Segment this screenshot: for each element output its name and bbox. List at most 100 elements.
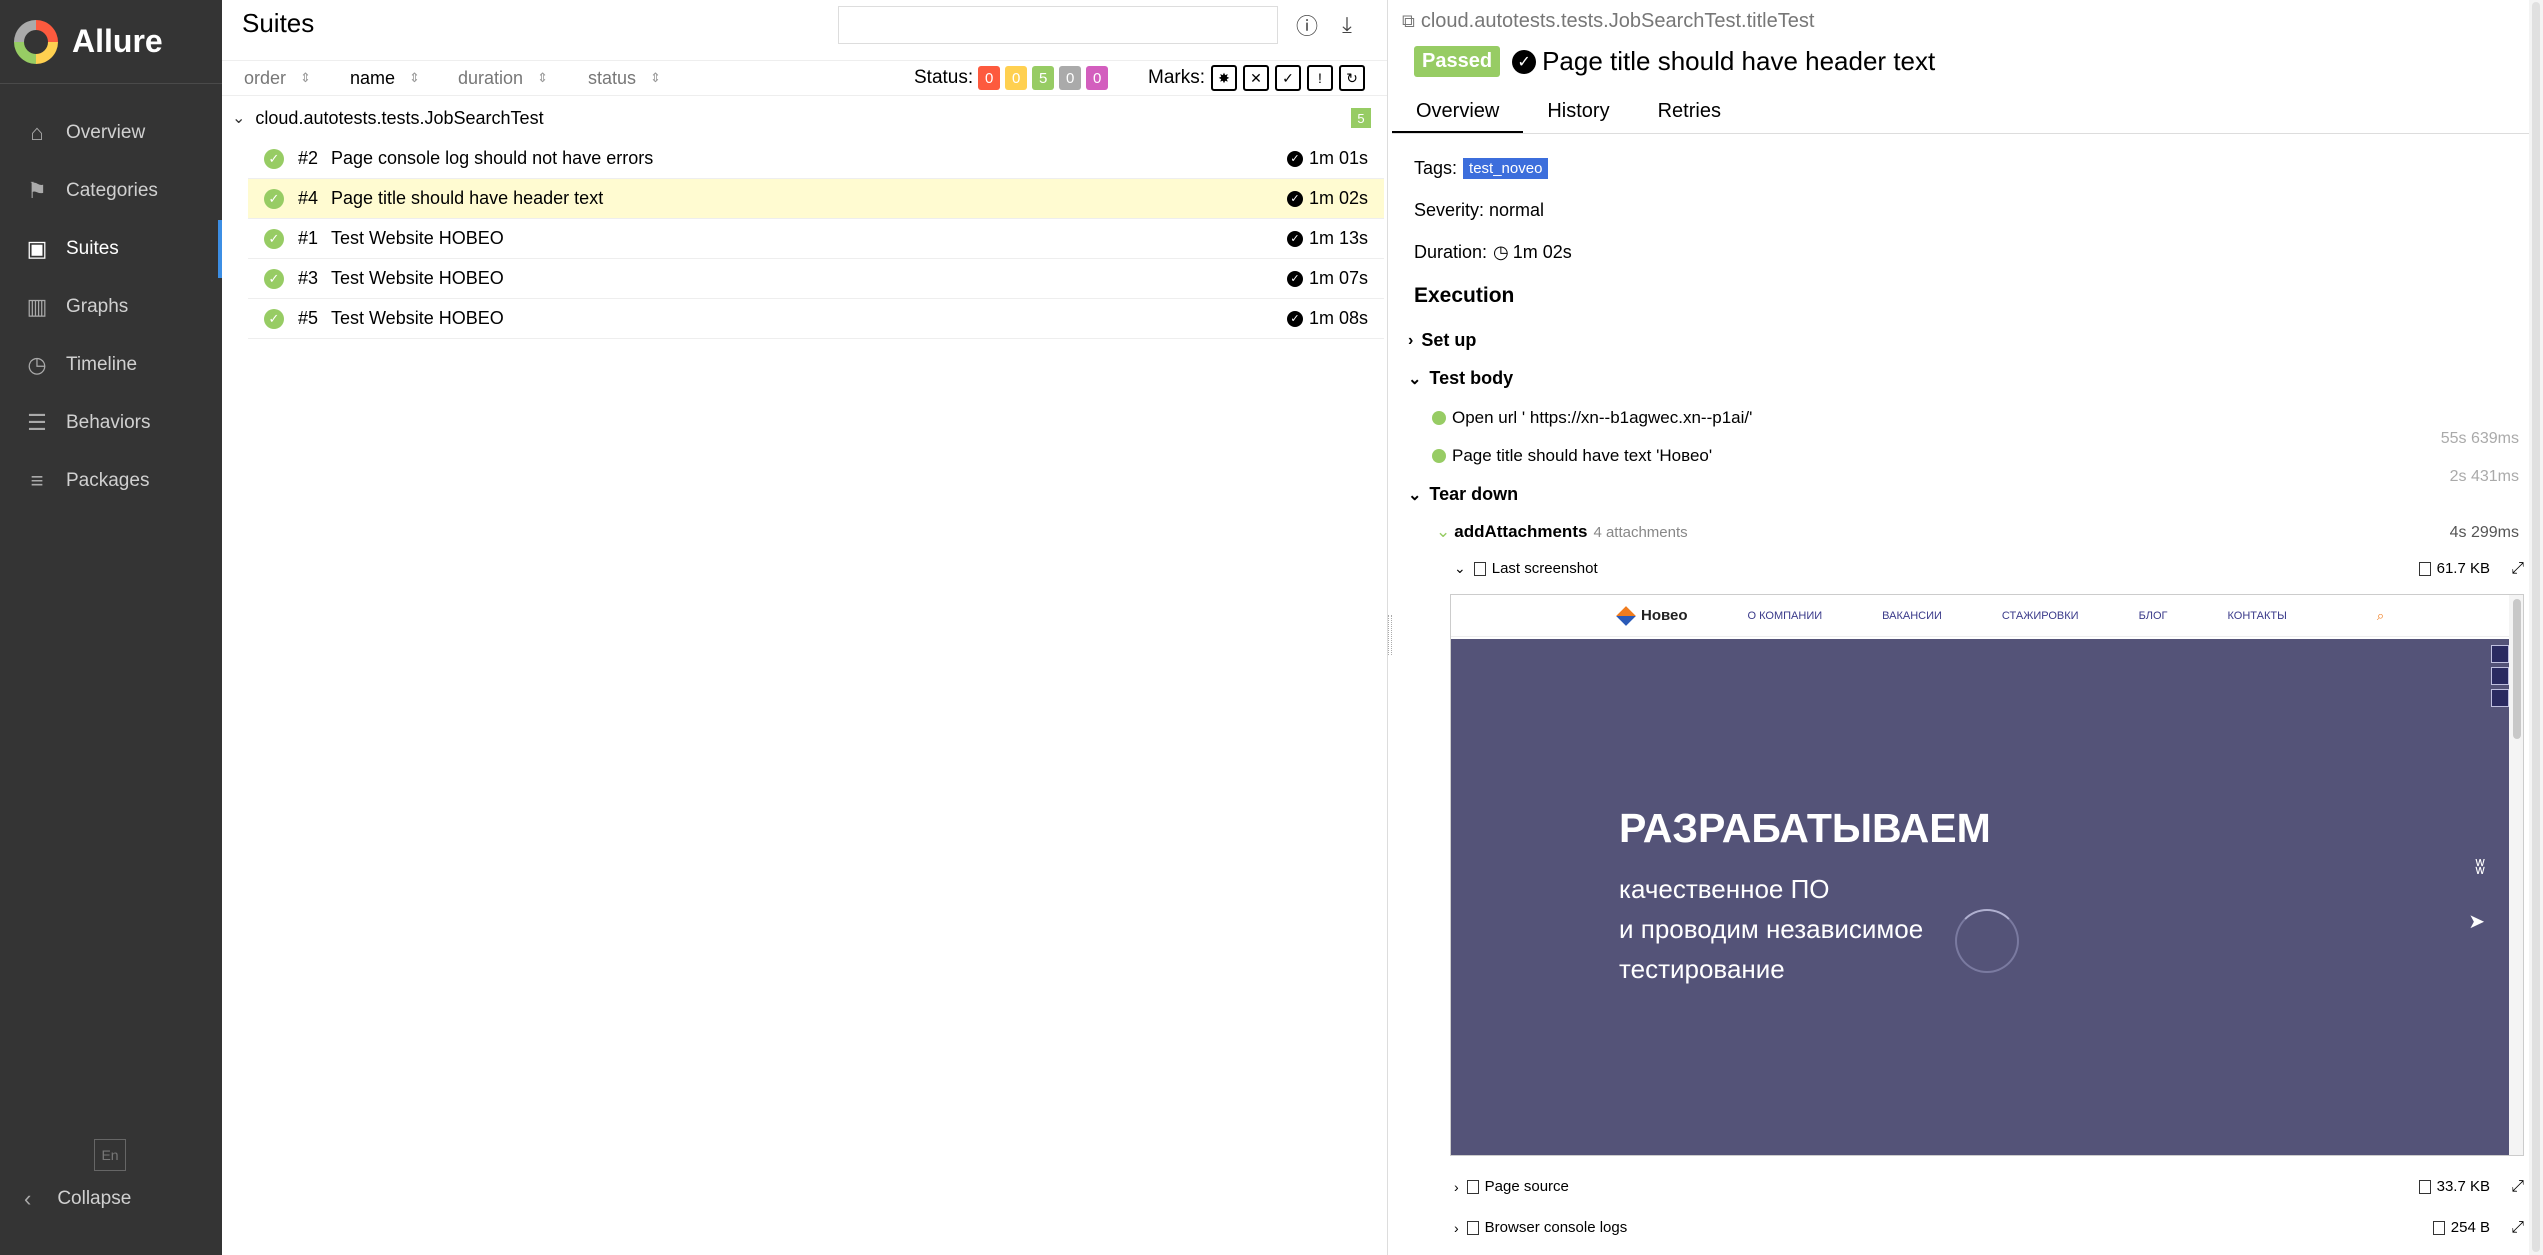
test-duration: ✓ 1m 13s <box>1286 228 1368 249</box>
test-name: Page console log should not have errors <box>331 148 654 168</box>
step-label: Test body <box>1429 368 1514 388</box>
status-broken-toggle[interactable]: 0 <box>1005 66 1028 90</box>
duration-value: 1m 07s <box>1308 268 1368 288</box>
search-input[interactable] <box>838 6 1278 44</box>
duration-value: 1m 02s <box>1512 242 1572 262</box>
screenshot-nav-link: ВАКАНСИИ <box>1882 609 1942 622</box>
language-switch[interactable]: En <box>94 1139 126 1171</box>
sort-status[interactable]: status ⇕ <box>588 68 661 89</box>
attachment-row[interactable]: › Browser console logs 254 B ⤢ <box>1454 1219 2524 1237</box>
expand-icon[interactable]: ⤢ <box>2511 560 2524 578</box>
sidebar-item-label: Graphs <box>66 296 129 317</box>
send-icon <box>2491 689 2509 707</box>
chevron-down-icon: ⌄ <box>1454 560 1466 576</box>
test-list: ✓ #2 Page console log should not have er… <box>248 139 1384 339</box>
scrollbar-thumb[interactable] <box>2513 599 2521 739</box>
sidebar-item-overview[interactable]: ⌂ Overview <box>0 104 222 162</box>
test-number: #2 <box>298 148 319 168</box>
marks-filter: Marks: ✸ ✕ ✓ ! ↻ <box>1148 65 1365 91</box>
table-row[interactable]: ✓ #5 Test Website НОВЕО ✓ 1m 08s <box>248 299 1384 339</box>
step-page-title[interactable]: Page title should have text 'Новео' <box>1432 446 1712 466</box>
sidebar-item-graphs[interactable]: ▥ Graphs <box>0 278 222 336</box>
briefcase-icon: ▣ <box>26 236 48 261</box>
sidebar-item-categories[interactable]: ⚑ Categories <box>0 162 222 220</box>
sidebar-item-timeline[interactable]: ◷ Timeline <box>0 336 222 394</box>
sort-duration[interactable]: duration ⇕ <box>458 68 548 89</box>
screenshot-scrollbar[interactable] <box>2509 595 2523 1155</box>
execution-heading: Execution <box>1414 284 1515 307</box>
status-skipped-toggle[interactable]: 0 <box>1059 66 1082 90</box>
passed-check-icon: ✓ <box>264 228 284 249</box>
hero-line: тестирование <box>1619 954 1785 984</box>
suites-pane: Suites ⓘ ⤓ order ⇕ name ⇕ duration ⇕ status… <box>222 0 1388 1255</box>
clock-icon: ✓ <box>1286 190 1303 207</box>
sort-arrows-icon: ⇕ <box>409 70 420 85</box>
attachment-row[interactable]: › Page source 33.7 KB ⤢ <box>1454 1178 2524 1196</box>
table-row[interactable]: ✓ #3 Test Website НОВЕО ✓ 1m 07s <box>248 259 1384 299</box>
step-open-url[interactable]: Open url ' https://xn--b1agwec.xn--p1ai/… <box>1432 408 1752 428</box>
screenshot-nav: Новео О КОМПАНИИ ВАКАНСИИ СТАЖИРОВКИ БЛО… <box>1451 595 2523 637</box>
hero-text: качественное ПО и проводим независимое т… <box>1619 869 1923 989</box>
test-number: #1 <box>298 228 319 248</box>
passed-check-icon: ✓ <box>264 148 284 169</box>
attachment-size: 61.7 KB <box>2418 560 2490 577</box>
suite-group[interactable]: ⌄ cloud.autotests.tests.JobSearchTest 5 <box>232 104 1377 132</box>
test-duration: ✓ 1m 07s <box>1286 268 1368 289</box>
sidebar-item-label: Behaviors <box>66 412 151 433</box>
test-body-step[interactable]: ⌄ Test body <box>1408 368 1513 389</box>
sidebar-item-suites[interactable]: ▣ Suites <box>0 220 222 278</box>
copy-icon[interactable]: ⧉ <box>1402 11 1415 32</box>
clock-icon: ◷ <box>1493 242 1509 262</box>
chevron-left-icon: ‹ <box>24 1186 32 1211</box>
times-circle-icon[interactable]: ✕ <box>1243 65 1269 91</box>
chevron-right-icon: › <box>1408 331 1414 349</box>
test-name: Test Website НОВЕО <box>331 228 504 248</box>
tab-history[interactable]: History <box>1523 90 1633 133</box>
file-image-icon <box>1473 561 1486 576</box>
tab-retries[interactable]: Retries <box>1634 90 1745 133</box>
flag-icon: ⚑ <box>27 178 47 203</box>
teardown-step[interactable]: ⌄ Tear down <box>1408 484 1518 505</box>
chevron-down-icon: ⌄ <box>1436 522 1451 541</box>
test-name: Test Website НОВЕО <box>331 308 504 328</box>
sort-name[interactable]: name ⇕ <box>350 68 420 89</box>
sort-arrows-icon: ⇕ <box>300 70 311 85</box>
step-time: 55s 639ms <box>2440 430 2519 447</box>
bomb-icon[interactable]: ✸ <box>1211 65 1237 91</box>
sidebar-item-behaviors[interactable]: ☰ Behaviors <box>0 394 222 452</box>
add-attachments-step[interactable]: ⌄ addAttachments 4 attachments <box>1436 522 1688 542</box>
refresh-icon[interactable]: ↻ <box>1339 65 1365 91</box>
check-circle-icon[interactable]: ✓ <box>1275 65 1301 91</box>
sidebar-item-packages[interactable]: ≡ Packages <box>0 452 222 510</box>
table-row[interactable]: ✓ #2 Page console log should not have er… <box>248 139 1384 179</box>
test-name: Page title should have header text <box>331 188 604 208</box>
brand[interactable]: Allure <box>0 0 222 84</box>
passed-check-icon: ✓ <box>264 308 284 329</box>
attachments-count: 4 attachments <box>1593 523 1688 541</box>
exclamation-icon[interactable]: ! <box>1307 65 1333 91</box>
attachment-row[interactable]: ⌄ Last screenshot 61.7 KB ⤢ <box>1454 560 2524 578</box>
sort-order[interactable]: order ⇕ <box>244 68 311 89</box>
status-unknown-toggle[interactable]: 0 <box>1086 66 1109 90</box>
step-time: 4s 299ms <box>2449 524 2519 541</box>
clock-icon: ✓ <box>1286 270 1303 287</box>
download-icon[interactable]: ⤓ <box>1334 12 1360 38</box>
sort-label: duration <box>458 67 524 88</box>
status-passed-toggle[interactable]: 5 <box>1032 66 1055 90</box>
setup-step[interactable]: › Set up <box>1408 330 1476 351</box>
expand-icon[interactable]: ⤢ <box>2511 1219 2524 1237</box>
detail-scrollbar[interactable] <box>2529 0 2543 1255</box>
expand-icon[interactable]: ⤢ <box>2511 1178 2524 1196</box>
test-number: #4 <box>298 188 319 208</box>
collapse-button[interactable]: ‹ Collapse <box>24 1186 131 1212</box>
status-failed-toggle[interactable]: 0 <box>978 66 1001 90</box>
sort-arrows-icon: ⇕ <box>650 70 661 85</box>
scrollbar-thumb[interactable] <box>2532 2 2540 1252</box>
info-icon[interactable]: ⓘ <box>1294 12 1320 39</box>
table-row[interactable]: ✓ #4 Page title should have header text … <box>248 179 1384 219</box>
step-label: Page title should have text 'Новео' <box>1452 446 1713 465</box>
passed-check-icon: ✓ <box>264 188 284 209</box>
table-row[interactable]: ✓ #1 Test Website НОВЕО ✓ 1m 13s <box>248 219 1384 259</box>
clock-icon: ✓ <box>1286 230 1303 247</box>
tab-overview[interactable]: Overview <box>1392 90 1524 133</box>
